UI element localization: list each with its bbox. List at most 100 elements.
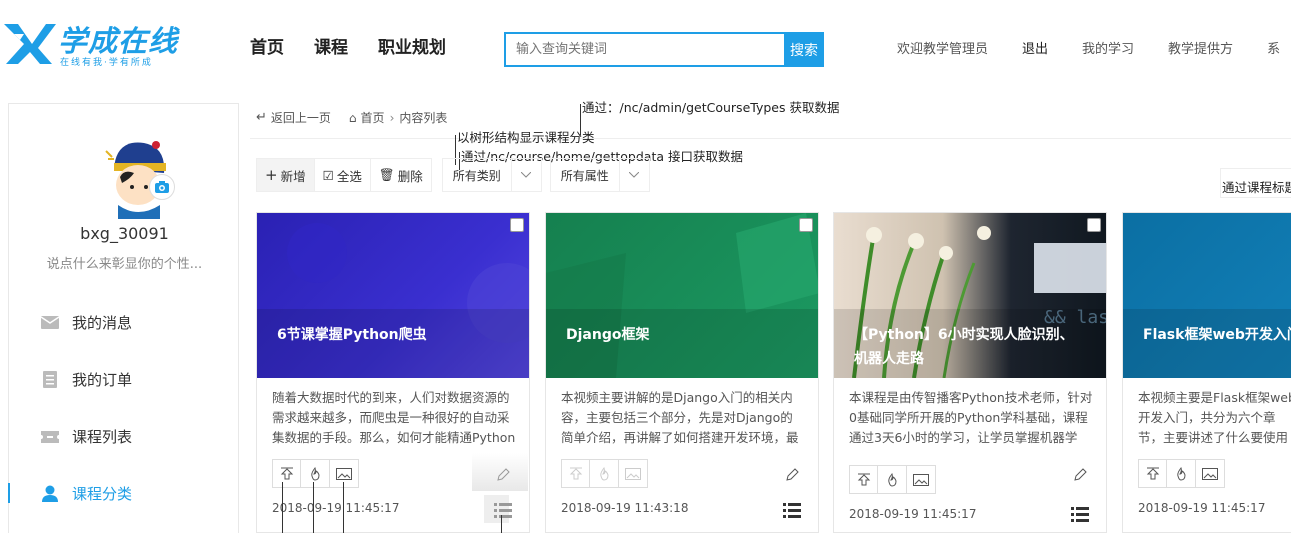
annotation-tree-structure: 以树形结构显示课程分类 <box>457 130 595 145</box>
annotation-line <box>313 482 314 533</box>
category-select-value: 所有类别 <box>452 168 501 183</box>
breadcrumb-home[interactable]: 首页 <box>361 109 385 126</box>
chevron-down-icon <box>618 158 649 192</box>
sidebar-item-label: 我的消息 <box>72 314 133 332</box>
course-desc: 本视频主要讲解的是Django入门的相关内容，主要包括三个部分，先是对Djang… <box>561 390 799 445</box>
sidebar-item-course-category[interactable]: 课程分类 <box>8 465 240 522</box>
edit-icon[interactable] <box>493 465 513 485</box>
publish-icon[interactable] <box>272 459 301 488</box>
my-study-link[interactable]: 我的学习 <box>1082 38 1134 57</box>
annotation-course-title: 通过课程标题 <box>1220 168 1291 198</box>
home-icon[interactable]: ⌂ <box>349 111 357 125</box>
document-icon <box>41 371 59 389</box>
sidebar-item-messages[interactable]: 我的消息 <box>9 294 240 351</box>
course-card[interactable]: Flask框架web开发入门 本视频主要是Flask框架web开发入门，共分为六… <box>1122 212 1291 533</box>
card-actions <box>561 459 648 488</box>
camera-icon[interactable] <box>149 174 175 200</box>
checkbox-icon: ☑ <box>322 167 334 183</box>
divider <box>250 138 1291 139</box>
attribute-select-value: 所有属性 <box>560 168 609 183</box>
image-icon[interactable] <box>619 459 648 488</box>
course-card[interactable]: 6节课掌握Python爬虫 随着大数据时代的到来，人们对数据资源的需求越来越多，… <box>256 212 530 533</box>
course-title[interactable]: Flask框架web开发入门 <box>1123 309 1291 378</box>
publish-icon[interactable] <box>849 465 878 494</box>
card-checkbox[interactable] <box>1087 218 1101 232</box>
user-signature[interactable]: 说点什么来彰显你的个性... <box>9 253 240 272</box>
sidebar-item-label: 课程列表 <box>72 428 133 446</box>
course-date: 2018-09-19 11:45:17 <box>272 501 400 515</box>
annotation-course-types-api: 通过：/nc/admin/getCourseTypes 获取数据 <box>582 100 840 115</box>
logo-text: 学成在线 <box>58 24 179 58</box>
trash-icon: 🗑 <box>378 167 395 182</box>
delete-label: 删除 <box>397 168 423 184</box>
nav-career[interactable]: 职业规划 <box>378 33 446 58</box>
category-select[interactable]: 所有类别 <box>441 158 542 192</box>
hot-icon[interactable] <box>301 459 330 488</box>
sidebar-menu: 我的消息 我的订单 课程列表 课程分类 <box>8 294 240 522</box>
site-logo[interactable]: 学成在线 在线有我·学有所成 <box>2 20 192 70</box>
list-icon[interactable] <box>783 502 801 518</box>
publish-icon[interactable] <box>1138 459 1167 488</box>
avatar[interactable] <box>94 129 182 219</box>
search-bar: 搜索 <box>504 32 824 67</box>
sidebar-item-course-list[interactable]: 课程列表 <box>9 408 240 465</box>
attribute-select[interactable]: 所有属性 <box>549 158 650 192</box>
more-link[interactable]: 系 <box>1267 38 1280 57</box>
breadcrumb-back[interactable]: 返回上一页 <box>271 109 331 126</box>
back-arrow-icon[interactable]: ↵ <box>256 110 267 125</box>
hot-icon[interactable] <box>1167 459 1196 488</box>
user-links: 欢迎教学管理员 退出 我的学习 教学提供方 系 <box>897 38 1291 57</box>
card-checkbox[interactable] <box>799 218 813 232</box>
course-title[interactable]: Django框架 <box>546 309 818 378</box>
breadcrumb-current: 内容列表 <box>399 111 448 125</box>
hot-icon[interactable] <box>590 459 619 488</box>
image-icon[interactable] <box>1196 459 1225 488</box>
card-checkbox[interactable] <box>510 218 524 232</box>
delete-button[interactable]: 🗑 删除 <box>369 158 432 192</box>
search-input[interactable] <box>504 32 784 67</box>
add-button[interactable]: + 新增 <box>256 158 314 192</box>
sidebar: bxg_30091 说点什么来彰显你的个性... 我的消息 我的订单 课程列表 … <box>8 103 239 533</box>
hot-icon[interactable] <box>878 465 907 494</box>
course-card[interactable]: Django框架 本视频主要讲解的是Django入门的相关内容，主要包括三个部分… <box>545 212 819 533</box>
course-title[interactable]: 【Python】6小时实现人脸识别、机器人走路 <box>834 309 1106 378</box>
annotation-line <box>282 482 283 533</box>
nav-courses[interactable]: 课程 <box>314 33 348 58</box>
logout-link[interactable]: 退出 <box>1022 38 1048 57</box>
course-desc: 本课程是由传智播客Python技术老师，针对0基础同学所开展的Python学科基… <box>849 390 1093 445</box>
course-card[interactable]: && last 【Python】6小时实现人脸识别、机器人走路 本课程是由传智播… <box>833 212 1107 533</box>
add-label: 新增 <box>280 168 306 184</box>
logo-mark-icon <box>4 24 56 64</box>
course-date: 2018-09-19 11:43:18 <box>561 501 689 515</box>
chevron-right-icon: › <box>389 110 395 125</box>
course-title[interactable]: 6节课掌握Python爬虫 <box>257 309 529 378</box>
main-nav: 首页 课程 职业规划 <box>250 33 446 58</box>
edit-icon[interactable] <box>782 465 802 485</box>
annotation-line <box>343 482 344 533</box>
nav-home[interactable]: 首页 <box>250 33 284 58</box>
header: 学成在线 在线有我·学有所成 首页 课程 职业规划 搜索 欢迎教学管理员 退出 … <box>0 0 1291 95</box>
publish-icon[interactable] <box>561 459 590 488</box>
plus-icon: + <box>265 166 278 184</box>
course-date: 2018-09-19 11:45:17 <box>1138 501 1266 515</box>
provider-link[interactable]: 教学提供方 <box>1168 38 1233 57</box>
course-desc: 本视频主要是Flask框架web开发入门，共分为六个章节，主要讲述了什么要使用W… <box>1138 390 1291 445</box>
list-icon[interactable] <box>1071 506 1089 522</box>
image-icon[interactable] <box>330 459 359 488</box>
image-icon[interactable] <box>907 465 936 494</box>
card-actions <box>1138 459 1225 488</box>
ticket-icon <box>41 428 59 446</box>
welcome-link[interactable]: 欢迎教学管理员 <box>897 38 988 57</box>
logo-slogan: 在线有我·学有所成 <box>60 58 153 68</box>
username: bxg_30091 <box>80 224 169 243</box>
search-button[interactable]: 搜索 <box>784 32 824 67</box>
card-actions <box>849 465 936 494</box>
list-icon[interactable] <box>494 502 512 518</box>
select-all-button[interactable]: ☑ 全选 <box>313 158 370 192</box>
user-icon <box>41 485 59 503</box>
sidebar-item-orders[interactable]: 我的订单 <box>9 351 240 408</box>
sidebar-item-label: 课程分类 <box>72 485 133 503</box>
course-date: 2018-09-19 11:45:17 <box>849 507 977 521</box>
sidebar-item-label: 我的订单 <box>72 371 133 389</box>
edit-icon[interactable] <box>1070 465 1090 485</box>
